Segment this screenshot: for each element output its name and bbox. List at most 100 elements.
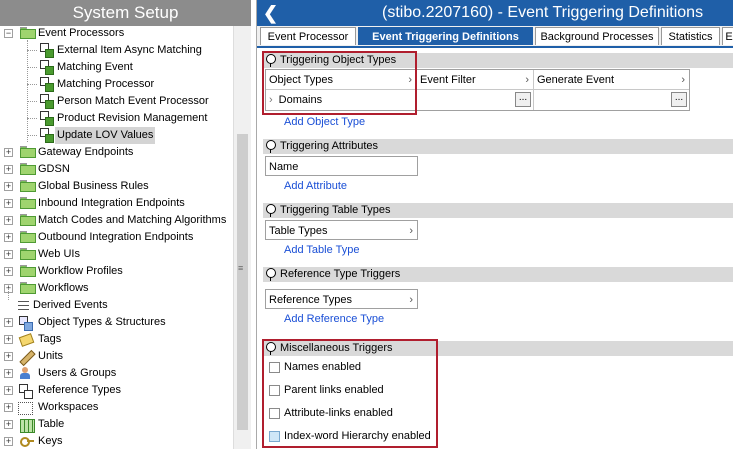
folder-icon <box>20 163 36 175</box>
pin-icon[interactable] <box>266 268 276 278</box>
system-setup-tree[interactable]: − Event Processors External Item Async M… <box>0 26 233 449</box>
add-attribute-link[interactable]: Add Attribute <box>284 180 347 192</box>
structure-icon <box>17 315 33 331</box>
pin-stem <box>270 277 271 281</box>
tree-node[interactable]: Units <box>38 348 63 365</box>
editor-panel: ❮ (stibo.2207160) - Event Triggering Def… <box>256 0 733 449</box>
expand-icon[interactable]: + <box>4 250 13 259</box>
event-processor-icon <box>38 42 54 58</box>
expand-icon[interactable]: + <box>4 267 13 276</box>
add-table-type-link[interactable]: Add Table Type <box>284 244 359 256</box>
expand-icon[interactable]: + <box>4 233 13 242</box>
tree-node[interactable]: Inbound Integration Endpoints <box>38 195 185 212</box>
table-icon <box>19 417 35 433</box>
column-header-name[interactable]: Name <box>266 157 417 177</box>
tree-node[interactable]: GDSN <box>38 161 70 178</box>
tree-node-child[interactable]: Person Match Event Processor <box>57 93 209 110</box>
tree-node[interactable]: Gateway Endpoints <box>38 144 133 161</box>
generate-event-cell[interactable]: ... <box>534 90 689 110</box>
column-label: Generate Event <box>537 74 615 86</box>
pin-icon[interactable] <box>266 204 276 214</box>
tree-node[interactable]: Keys <box>38 433 62 449</box>
tree-node[interactable]: Global Business Rules <box>38 178 149 195</box>
column-header-event-filter[interactable]: Event Filter › <box>417 70 534 90</box>
column-label: Name <box>269 161 299 173</box>
expand-icon[interactable]: + <box>4 148 13 157</box>
tab-statistics[interactable]: Statistics <box>661 27 720 45</box>
tab-event-triggering-definitions[interactable]: Event Triggering Definitions <box>358 27 533 45</box>
ellipsis-button[interactable]: ... <box>671 92 687 107</box>
column-label: Table Types <box>269 225 328 237</box>
tree-node[interactable]: Users & Groups <box>38 365 116 382</box>
column-label: Reference Types <box>269 294 352 306</box>
folder-icon <box>20 180 36 192</box>
tree-node-child[interactable]: Product Revision Management <box>57 110 207 127</box>
event-processor-icon <box>38 127 54 143</box>
grip-icon: ≡ <box>238 263 244 273</box>
expand-icon[interactable]: + <box>4 386 13 395</box>
reference-types-table: Reference Types › <box>265 289 418 309</box>
tree-node[interactable]: Derived Events <box>33 297 108 314</box>
expand-icon[interactable]: + <box>4 352 13 361</box>
chevron-right-icon: › <box>525 74 529 86</box>
add-reference-type-link[interactable]: Add Reference Type <box>284 313 384 325</box>
folder-icon <box>20 265 36 277</box>
expand-icon[interactable]: + <box>4 437 13 446</box>
expand-icon[interactable]: + <box>4 318 13 327</box>
tree-line <box>8 288 9 300</box>
add-object-type-link[interactable]: Add Object Type <box>284 116 365 128</box>
scrollbar-thumb[interactable] <box>237 134 248 430</box>
tree-node[interactable]: Workflows <box>38 280 89 297</box>
column-header-generate-event[interactable]: Generate Event › <box>534 70 689 90</box>
expand-icon[interactable]: + <box>4 403 13 412</box>
expand-icon[interactable]: + <box>4 216 13 225</box>
tree-node-event-processors[interactable]: Event Processors <box>38 26 124 42</box>
tab-background-processes[interactable]: Background Processes <box>535 27 659 45</box>
column-header-table-types[interactable]: Table Types › <box>266 221 417 241</box>
chevron-right-icon: › <box>409 225 413 237</box>
tree-node-child[interactable]: Matching Event <box>57 59 133 76</box>
panel-title: System Setup <box>0 0 251 26</box>
pin-stem <box>270 213 271 217</box>
tab-event-processor[interactable]: Event Processor <box>260 27 356 45</box>
expand-icon[interactable]: + <box>4 420 13 429</box>
tree-node-child[interactable]: External Item Async Matching <box>57 42 202 59</box>
expand-icon[interactable]: + <box>4 182 13 191</box>
event-filter-cell[interactable]: ... <box>417 90 534 110</box>
event-processor-icon <box>38 76 54 92</box>
tree-node-selected[interactable]: Update LOV Values <box>55 127 156 144</box>
section-title: Triggering Attributes <box>280 140 379 152</box>
tree-line <box>27 135 37 136</box>
expand-icon[interactable]: + <box>4 165 13 174</box>
expand-icon[interactable]: + <box>4 369 13 378</box>
collapse-icon[interactable]: − <box>4 29 13 38</box>
pin-icon[interactable] <box>266 140 276 150</box>
expand-icon[interactable]: + <box>4 199 13 208</box>
section-title: Reference Type Triggers <box>280 268 401 280</box>
tree-node[interactable]: Table <box>38 416 64 433</box>
tab-overflow[interactable]: E <box>722 27 733 45</box>
section-title: Triggering Table Types <box>280 204 391 216</box>
column-header-reference-types[interactable]: Reference Types › <box>266 290 417 310</box>
event-processor-icon <box>38 110 54 126</box>
ellipsis-button[interactable]: ... <box>515 92 531 107</box>
system-setup-panel: System Setup − Event Processors External… <box>0 0 251 449</box>
editor-title-bar: ❮ (stibo.2207160) - Event Triggering Def… <box>257 0 733 26</box>
tree-node[interactable]: Workspaces <box>38 399 98 416</box>
ruler-icon <box>19 349 36 367</box>
tree-node[interactable]: Reference Types <box>38 382 121 399</box>
expand-icon[interactable]: + <box>4 335 13 344</box>
tree-node-child[interactable]: Matching Processor <box>57 76 154 93</box>
tree-node[interactable]: Web UIs <box>38 246 80 263</box>
back-arrow-icon[interactable]: ❮ <box>263 2 278 24</box>
tree-node[interactable]: Match Codes and Matching Algorithms <box>38 212 226 229</box>
tree-node[interactable]: Object Types & Structures <box>38 314 166 331</box>
tree-node[interactable]: Workflow Profiles <box>38 263 123 280</box>
tree-node[interactable]: Outbound Integration Endpoints <box>38 229 193 246</box>
pin-stem <box>270 149 271 153</box>
chevron-right-icon: › <box>681 74 685 86</box>
tree-node[interactable]: Tags <box>38 331 61 348</box>
folder-icon <box>20 214 36 226</box>
tree-scrollbar[interactable]: ≡ <box>233 26 251 449</box>
list-icon <box>16 299 32 315</box>
